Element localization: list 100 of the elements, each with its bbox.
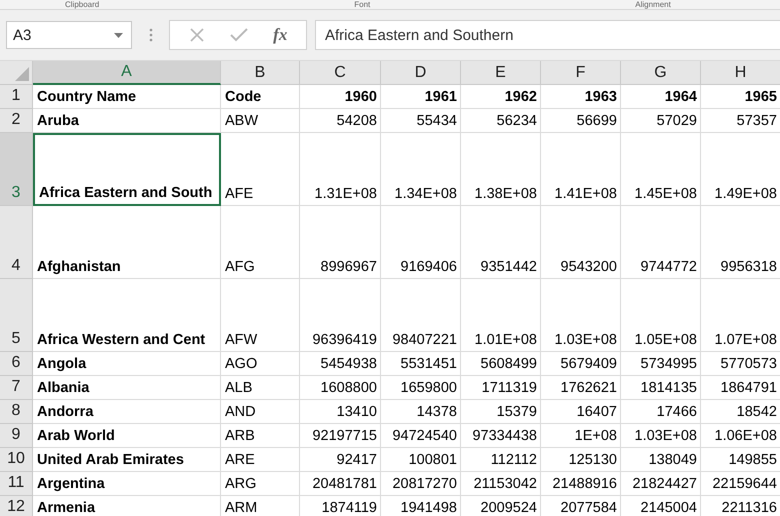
table-cell: 92417	[300, 448, 381, 472]
table-cell: 57029	[621, 109, 701, 133]
column-header[interactable]: C	[300, 61, 381, 85]
table-cell: Armenia	[33, 496, 221, 516]
table-cell: 1.41E+08	[541, 133, 621, 206]
row-header[interactable]: 7	[0, 376, 33, 400]
row-header[interactable]: 8	[0, 400, 33, 424]
table-cell: ALB	[221, 376, 300, 400]
caret-icon	[114, 32, 123, 38]
row-header[interactable]: 9	[0, 424, 33, 448]
table-cell: AFG	[221, 206, 300, 279]
row-header[interactable]: 4	[0, 206, 33, 279]
column-header[interactable]: F	[541, 61, 621, 85]
table-cell: 21824427	[621, 472, 701, 496]
table-cell: 149855	[701, 448, 780, 472]
table-cell: AFE	[221, 133, 300, 206]
table-cell: 112112	[461, 448, 541, 472]
table-cell: 1960	[300, 85, 381, 109]
table-cell: 1874119	[300, 496, 381, 516]
table-cell: 5608499	[461, 352, 541, 376]
table-cell: 5679409	[541, 352, 621, 376]
table-cell: 17466	[621, 400, 701, 424]
table-cell: 9169406	[381, 206, 461, 279]
table-cell: Afghanistan	[33, 206, 221, 279]
table-cell: 57357	[701, 109, 780, 133]
select-all-button[interactable]	[0, 61, 33, 85]
row-header[interactable]: 1	[0, 85, 33, 109]
column-header[interactable]: B	[221, 61, 300, 85]
row-header[interactable]: 10	[0, 448, 33, 472]
table-cell: 1941498	[381, 496, 461, 516]
table-cell: 54208	[300, 109, 381, 133]
row-header[interactable]: 5	[0, 279, 33, 352]
column-header[interactable]: D	[381, 61, 461, 85]
table-cell: 20817270	[381, 472, 461, 496]
check-icon[interactable]	[230, 28, 248, 42]
table-cell: United Arab Emirates	[33, 448, 221, 472]
column-header[interactable]: H	[701, 61, 780, 85]
ribbon-group-label: Clipboard	[65, 1, 100, 9]
table-cell: 2211316	[701, 496, 780, 516]
table-cell: 1711319	[461, 376, 541, 400]
column-header[interactable]: G	[621, 61, 701, 85]
ribbon-group-label: Alignment	[635, 1, 671, 9]
table-cell: 94724540	[381, 424, 461, 448]
table-cell: 98407221	[381, 279, 461, 352]
table-cell: Angola	[33, 352, 221, 376]
table-cell: AND	[221, 400, 300, 424]
row-header[interactable]: 3	[0, 133, 33, 206]
table-cell: 1962	[461, 85, 541, 109]
row-header[interactable]: 12	[0, 496, 33, 516]
table-cell: 5454938	[300, 352, 381, 376]
row-header[interactable]: 6	[0, 352, 33, 376]
table-cell: 1.34E+08	[381, 133, 461, 206]
table-cell: 1.31E+08	[300, 133, 381, 206]
table-cell: 2077584	[541, 496, 621, 516]
table-cell: Argentina	[33, 472, 221, 496]
table-cell: 14378	[381, 400, 461, 424]
formula-input[interactable]: Africa Eastern and Southern	[315, 20, 780, 50]
table-cell: 96396419	[300, 279, 381, 352]
table-cell: 1.01E+08	[461, 279, 541, 352]
row-header[interactable]: 2	[0, 109, 33, 133]
table-cell: 1.38E+08	[461, 133, 541, 206]
table-cell: 100801	[381, 448, 461, 472]
table-cell: 9744772	[621, 206, 701, 279]
table-cell: 55434	[381, 109, 461, 133]
drag-handle-icon[interactable]	[149, 28, 153, 42]
column-header[interactable]: E	[461, 61, 541, 85]
row-header[interactable]: 11	[0, 472, 33, 496]
table-cell: 5770573	[701, 352, 780, 376]
table-cell: 1964	[621, 85, 701, 109]
table-cell: 97334438	[461, 424, 541, 448]
table-cell: 8996967	[300, 206, 381, 279]
table-cell: 18542	[701, 400, 780, 424]
table-cell: 5734995	[621, 352, 701, 376]
table-cell: 56234	[461, 109, 541, 133]
table-cell: 20481781	[300, 472, 381, 496]
ribbon-group-label: Font	[354, 1, 370, 9]
table-cell: 1.06E+08	[701, 424, 780, 448]
table-cell: 16407	[541, 400, 621, 424]
name-box[interactable]: A3	[6, 21, 132, 49]
column-header[interactable]: A	[33, 61, 221, 85]
table-cell: 13410	[300, 400, 381, 424]
table-cell: 1.07E+08	[701, 279, 780, 352]
table-cell: 21488916	[541, 472, 621, 496]
table-cell: AFW	[221, 279, 300, 352]
table-cell: Arab World	[33, 424, 221, 448]
table-cell: Code	[221, 85, 300, 109]
insert-function-button[interactable]: fx	[273, 25, 288, 45]
table-cell: 92197715	[300, 424, 381, 448]
table-cell: Aruba	[33, 109, 221, 133]
table-cell: 1608800	[300, 376, 381, 400]
table-cell: 1762621	[541, 376, 621, 400]
table-cell: 1963	[541, 85, 621, 109]
table-cell: 138049	[621, 448, 701, 472]
table-cell: 21153042	[461, 472, 541, 496]
table-cell: 5531451	[381, 352, 461, 376]
table-cell: 2145004	[621, 496, 701, 516]
cancel-icon[interactable]	[188, 27, 205, 43]
table-cell: 1E+08	[541, 424, 621, 448]
table-cell: AGO	[221, 352, 300, 376]
table-cell: 2009524	[461, 496, 541, 516]
